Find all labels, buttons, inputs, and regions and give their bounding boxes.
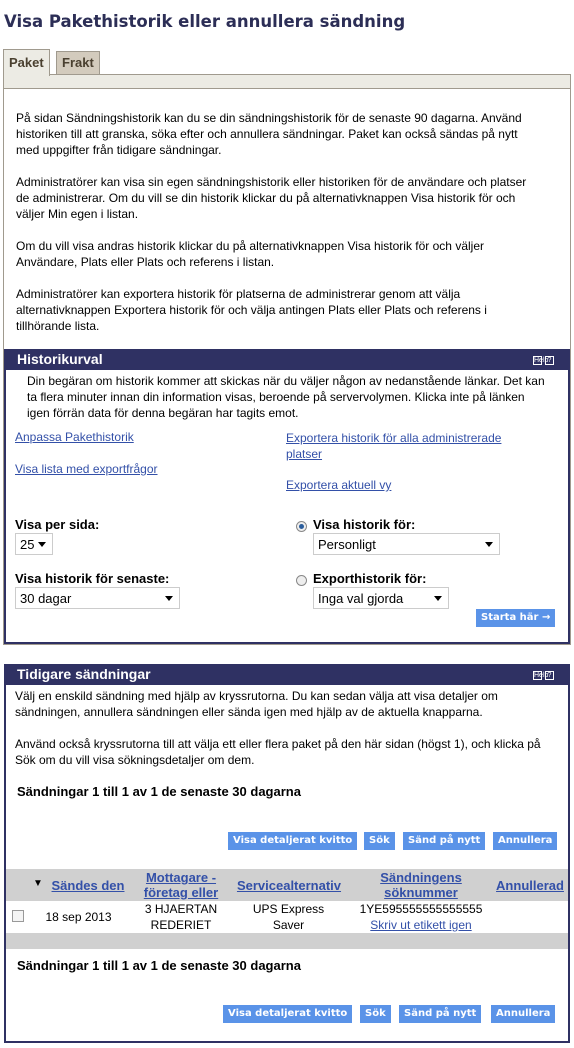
view-for-label: Visa historik för: [313,517,416,532]
sort-desc-icon: ▼ [33,878,43,889]
help-icon: ? [545,356,554,365]
column-header-recipient[interactable]: Mottagare - företag eller [136,870,226,900]
shipments-count: Sändningar 1 till 1 av 1 de senaste 30 d… [17,784,301,799]
per-page-select[interactable]: 25 [15,533,53,555]
view-for-radio[interactable] [296,521,307,532]
shipments-panel: Tidigare sändningar Help? Välj en enskil… [4,664,570,1043]
chevron-down-icon [434,596,442,601]
history-panel: Historikurval Help? Din begäran om histo… [4,349,570,644]
chevron-down-icon [38,542,46,547]
per-page-label: Visa per sida: [15,517,100,532]
column-header-date[interactable]: Sändes den [48,878,128,893]
arrow-right-icon: → [541,612,551,623]
resend-button[interactable]: Sänd på nytt [403,832,486,850]
shipments-help-link[interactable]: Help? [530,667,554,681]
export-all-link[interactable]: Exportera historik för alla administrera… [286,430,536,462]
tab-strip [3,74,571,89]
start-button[interactable]: Starta här → [476,609,556,627]
column-header-tracking[interactable]: Sändningens söknummer [356,870,486,900]
intro-text: På sidan Sändningshistorik kan du se din… [16,111,527,333]
view-for-select[interactable]: Personligt [313,533,500,555]
history-header: Historikurval Help? [6,349,568,370]
page-title: Visa Pakethistorik eller annullera sändn… [4,12,406,31]
resend-button-bottom[interactable]: Sänd på nytt [399,1005,482,1023]
history-notice: Din begäran om historik kommer att skick… [27,374,545,420]
shipments-count-bottom: Sändningar 1 till 1 av 1 de senaste 30 d… [17,958,301,973]
cancel-button-bottom[interactable]: Annullera [491,1005,556,1023]
export-for-label: Exporthistorik för: [313,571,427,586]
column-header-cancelled[interactable]: Annullerad [492,878,568,893]
search-button[interactable]: Sök [364,832,395,850]
search-button-bottom[interactable]: Sök [360,1005,391,1023]
customize-history-link[interactable]: Anpassa Pakethistorik [15,430,134,444]
column-header-service[interactable]: Servicealternativ [230,878,348,893]
export-current-link[interactable]: Exportera aktuell vy [286,478,391,492]
help-icon: ? [545,671,554,680]
shipments-header: Tidigare sändningar Help? [6,664,568,685]
cancel-button[interactable]: Annullera [493,832,558,850]
chevron-down-icon [165,596,173,601]
export-for-select[interactable]: Inga val gjorda [313,587,449,609]
recent-label: Visa historik för senaste: [15,571,170,586]
export-for-radio[interactable] [296,575,307,586]
tab-paket[interactable]: Paket [3,49,50,76]
export-list-link[interactable]: Visa lista med exportfrågor [15,462,158,476]
reprint-label-link[interactable]: Skriv ut etikett igen [346,917,496,933]
shipments-intro-2: Använd också kryssrutorna till att välja… [15,737,541,767]
tab-frakt[interactable]: Frakt [56,51,100,75]
table-footer [6,933,568,949]
history-help-link[interactable]: Help? [530,352,554,366]
shipments-intro: Välj en enskild sändning med hjälp av kr… [15,689,498,719]
view-receipt-button[interactable]: Visa detaljerat kvitto [228,832,358,850]
recent-select[interactable]: 30 dagar [15,587,180,609]
chevron-down-icon [485,542,493,547]
row-checkbox[interactable] [12,910,24,922]
view-receipt-button-bottom[interactable]: Visa detaljerat kvitto [223,1005,353,1023]
